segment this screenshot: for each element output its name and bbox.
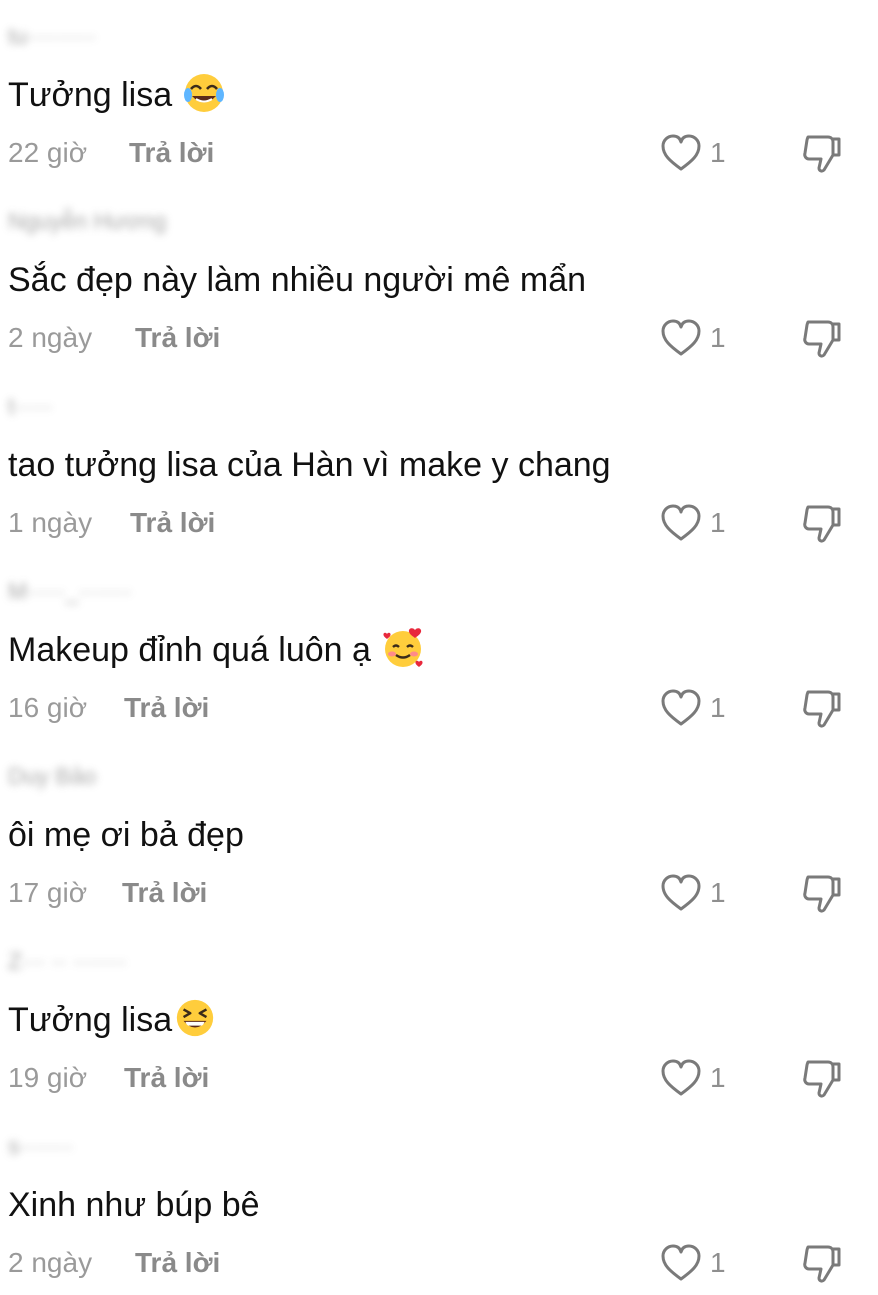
laughing-tears-emoji-icon [184,74,225,113]
comment-username[interactable]: M·····_······· [8,578,132,604]
heart-outline-icon [661,1059,701,1096]
thumbs-down-outline-icon[interactable] [800,316,844,360]
reply-button[interactable]: Trả lời [130,503,215,543]
comment-timestamp: 19 giờ [8,1062,88,1093]
comment-body: tao tưởng lisa của Hàn vì make y chang [8,446,611,484]
comment-username[interactable]: t····· [8,393,53,419]
comment-meta: 22 giờ Trả lời 1 [8,133,868,173]
comment-meta: 16 giờ Trả lời 1 [8,688,868,728]
reply-button[interactable]: Trả lời [122,873,207,913]
comment-body: Sắc đẹp này làm nhiều người mê mẩn [8,261,587,299]
reply-button[interactable]: Trả lời [135,318,220,358]
comment-body: ôi mẹ ơi bả đẹp [8,816,244,854]
comment-text: ôi mẹ ơi bả đẹp [8,810,244,860]
comment-timestamp: 17 giờ [8,877,88,908]
comment-username[interactable]: Z··· ·· ······· [8,948,127,974]
comment-body: Tưởng lisa [8,76,173,114]
comment-timestamp: 2 ngày [8,1247,93,1278]
comment-body: Makeup đỉnh quá luôn ạ [8,631,371,669]
comment-item: Nguyễn Hương Sắc đẹp này làm nhiều người… [0,185,878,370]
heart-outline-icon [661,874,701,911]
like-count: 1 [710,1062,726,1093]
comment-text: Tưởng lisa [8,70,226,120]
like-button[interactable]: 1 [660,503,740,543]
comment-meta: 2 ngày Trả lời 1 [8,318,868,358]
comment-body: Tưởng lisa [8,1001,173,1039]
reply-button[interactable]: Trả lời [124,688,209,728]
like-button[interactable]: 1 [660,688,740,728]
thumbs-down-outline-icon[interactable] [800,686,844,730]
comment-timestamp: 2 ngày [8,322,93,353]
like-count: 1 [710,137,726,168]
comment-item: t····· tao tưởng lisa của Hàn vì make y … [0,370,878,555]
comment-timestamp: 22 giờ [8,137,88,168]
like-button[interactable]: 1 [660,1058,740,1098]
thumbs-down-outline-icon[interactable] [800,1241,844,1285]
like-count: 1 [710,692,726,723]
comment-text: Tưởng lisa [8,995,216,1045]
heart-outline-icon [661,504,701,541]
heart-outline-icon [661,689,701,726]
reply-button[interactable]: Trả lời [124,1058,209,1098]
comment-item: Z··· ·· ······· Tưởng lisa 19 giờ Trả lờ… [0,925,878,1110]
reply-button[interactable]: Trả lời [129,133,214,173]
comment-item: tu········· Tưởng lisa 22 giờ Trả lời 1 [0,0,878,185]
thumbs-down-outline-icon[interactable] [800,1056,844,1100]
like-count: 1 [710,507,726,538]
comment-timestamp: 1 ngày [8,507,93,538]
comment-meta: 19 giờ Trả lời 1 [8,1058,868,1098]
comment-text: Makeup đỉnh quá luôn ạ [8,625,425,675]
comment-username[interactable]: tu········· [8,23,96,49]
reply-button[interactable]: Trả lời [135,1243,220,1283]
thumbs-down-outline-icon[interactable] [800,131,844,175]
comment-text: Xinh như búp bê [8,1180,260,1230]
comment-meta: 17 giờ Trả lời 1 [8,873,868,913]
comment-username[interactable]: Nguyễn Hương [8,208,166,234]
heart-outline-icon [661,1244,701,1281]
like-button[interactable]: 1 [660,318,740,358]
like-button[interactable]: 1 [660,1243,740,1283]
comment-list: tu········· Tưởng lisa 22 giờ Trả lời 1 [0,0,878,1283]
smiling-hearts-emoji-icon [383,628,423,668]
comment-item: s······· Xinh như búp bê 2 ngày Trả lời … [0,1110,878,1295]
like-count: 1 [710,877,726,908]
comment-text: tao tưởng lisa của Hàn vì make y chang [8,440,611,490]
thumbs-down-outline-icon[interactable] [800,501,844,545]
comment-item: M·····_······· Makeup đỉnh quá luôn ạ 16… [0,555,878,740]
like-count: 1 [710,322,726,353]
comment-timestamp: 16 giờ [8,692,88,723]
comment-text: Sắc đẹp này làm nhiều người mê mẩn [8,255,586,305]
comment-item: Duy Bảo ôi mẹ ơi bả đẹp 17 giờ Trả lời 1 [0,740,878,925]
like-button[interactable]: 1 [660,133,740,173]
comment-username[interactable]: Duy Bảo [8,763,96,789]
heart-outline-icon [661,134,701,171]
comment-meta: 1 ngày Trả lời 1 [8,503,868,543]
like-count: 1 [710,1247,726,1278]
comment-meta: 2 ngày Trả lời 1 [8,1243,868,1283]
grinning-squint-emoji-icon [176,999,214,1037]
heart-outline-icon [661,319,701,356]
like-button[interactable]: 1 [660,873,740,913]
thumbs-down-outline-icon[interactable] [800,871,844,915]
comment-body: Xinh như búp bê [8,1186,260,1224]
comment-username[interactable]: s······· [8,1133,73,1159]
